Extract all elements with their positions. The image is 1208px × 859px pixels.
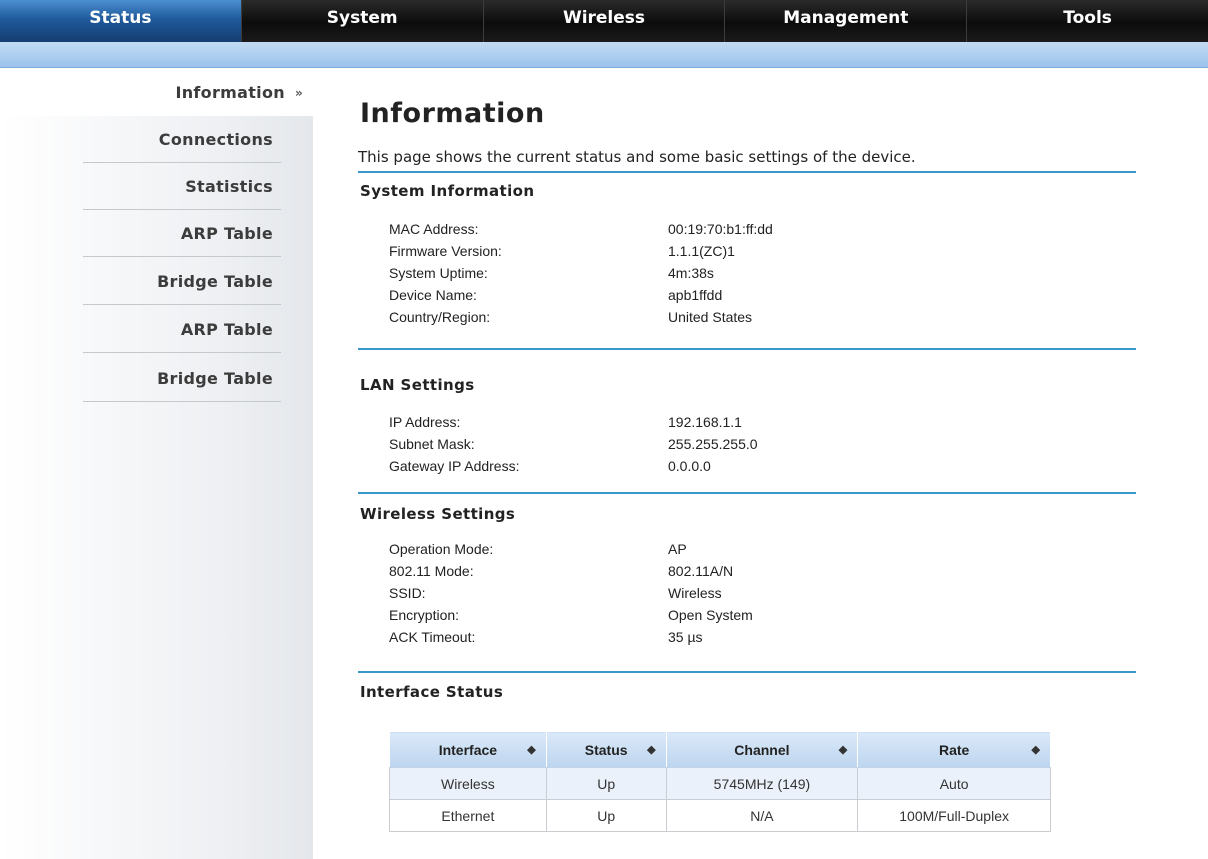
lan-value: 255.255.255.0 [668,436,758,452]
tab-system[interactable]: System [242,0,484,42]
column-header-label: Status [584,741,628,758]
wireless-value: Open System [668,607,753,623]
column-header-channel[interactable]: Channel ◆ [665,731,859,768]
section-divider [358,671,1136,673]
wireless-label: 802.11 Mode: [389,563,474,579]
column-header-interface[interactable]: Interface ◆ [389,731,547,768]
wireless-label: SSID: [389,585,426,601]
wireless-label: Encryption: [389,607,460,623]
table-row: Ethernet Up N/A 100M/Full-Duplex [389,799,1051,832]
tab-management[interactable]: Management [725,0,968,42]
sort-icon: ◆ [1031,744,1040,756]
info-label: MAC Address: [389,221,479,237]
table-cell: Up [545,767,667,800]
info-value: 4m:38s [668,265,714,281]
column-header-status[interactable]: Status ◆ [545,731,667,768]
tab-label: System [326,8,398,28]
sidebar-item-label: ARP Table [180,223,273,243]
page-description: This page shows the current status and s… [358,148,916,166]
tab-tools[interactable]: Tools [967,0,1208,42]
column-header-label: Channel [734,741,790,758]
tab-status[interactable]: Status [0,0,242,42]
wireless-value: 35 µs [668,629,703,645]
wireless-value: AP [668,541,687,557]
lan-value: 0.0.0.0 [668,458,711,474]
wireless-label: ACK Timeout: [389,629,476,645]
section-divider [358,348,1136,350]
table-cell: Ethernet [389,799,547,832]
lan-value: 192.168.1.1 [668,414,742,430]
info-value: 00:19:70:b1:ff:dd [668,221,773,237]
section-divider [358,171,1136,173]
table-header-row: Interface ◆ Status ◆ Channel ◆ Rate ◆ [389,731,1051,768]
sort-icon: ◆ [838,744,848,756]
info-value: 1.1.1(ZC)1 [668,243,735,259]
top-navigation: Status System Wireless Management Tools [0,0,1208,42]
wireless-label: Operation Mode: [389,541,494,557]
lan-label: Subnet Mask: [389,436,475,452]
table-cell: 100M/Full-Duplex [857,799,1051,832]
section-divider [358,492,1136,494]
sidebar-item-connections[interactable]: Connections [83,116,281,163]
sidebar-item-arp-table-2[interactable]: ARP Table [83,306,281,353]
info-label: Device Name: [389,287,477,303]
sidebar-item-label: Statistics [185,176,273,196]
info-value: United States [668,309,753,325]
sidebar-item-bridge-table[interactable]: Bridge Table [83,258,281,305]
sidebar-item-label: Bridge Table [157,368,273,388]
section-heading-interface-status: Interface Status [360,683,504,701]
table-cell: Up [545,799,667,832]
tab-label: Wireless [562,8,646,28]
double-chevron-right-icon: » [294,86,303,100]
sidebar-item-label: Information [175,82,285,102]
lan-label: Gateway IP Address: [389,458,520,474]
info-label: System Uptime: [389,265,488,281]
sort-icon: ◆ [647,744,656,756]
section-heading-system-information: System Information [360,182,535,200]
info-label: Firmware Version: [389,243,502,259]
table-row: Wireless Up 5745MHz (149) Auto [389,767,1051,800]
sidebar-item-label: ARP Table [180,319,273,339]
section-heading-wireless-settings: Wireless Settings [360,505,516,523]
sidebar-item-label: Connections [158,129,273,149]
wireless-value: 802.11A/N [668,563,734,579]
sidebar-item-information[interactable]: Information » [0,68,313,116]
page-title: Information [360,98,545,129]
table-cell: Wireless [389,767,547,800]
column-header-label: Interface [438,741,498,758]
tab-label: Management [783,8,909,28]
lan-label: IP Address: [389,414,461,430]
section-heading-lan-settings: LAN Settings [360,376,475,394]
table-cell: N/A [665,799,859,832]
wireless-value: Wireless [668,585,722,601]
sidebar-item-arp-table[interactable]: ARP Table [83,210,281,257]
table-cell: Auto [857,767,1051,800]
sidebar-item-statistics[interactable]: Statistics [83,163,281,210]
sidebar-item-bridge-table-2[interactable]: Bridge Table [83,355,281,402]
tab-label: Status [89,8,152,28]
column-header-label: Rate [938,741,970,758]
tab-wireless[interactable]: Wireless [484,0,726,42]
sub-navigation-bar [0,42,1208,68]
interface-status-table: Interface ◆ Status ◆ Channel ◆ Rate ◆ Wirele… [389,731,1051,832]
sidebar-item-label: Bridge Table [157,271,273,291]
info-label: Country/Region: [389,309,491,325]
info-value: apb1ffdd [668,287,723,303]
sort-icon: ◆ [527,744,536,756]
tab-label: Tools [1063,8,1112,28]
table-cell: 5745MHz (149) [665,767,859,800]
column-header-rate[interactable]: Rate ◆ [857,731,1051,768]
